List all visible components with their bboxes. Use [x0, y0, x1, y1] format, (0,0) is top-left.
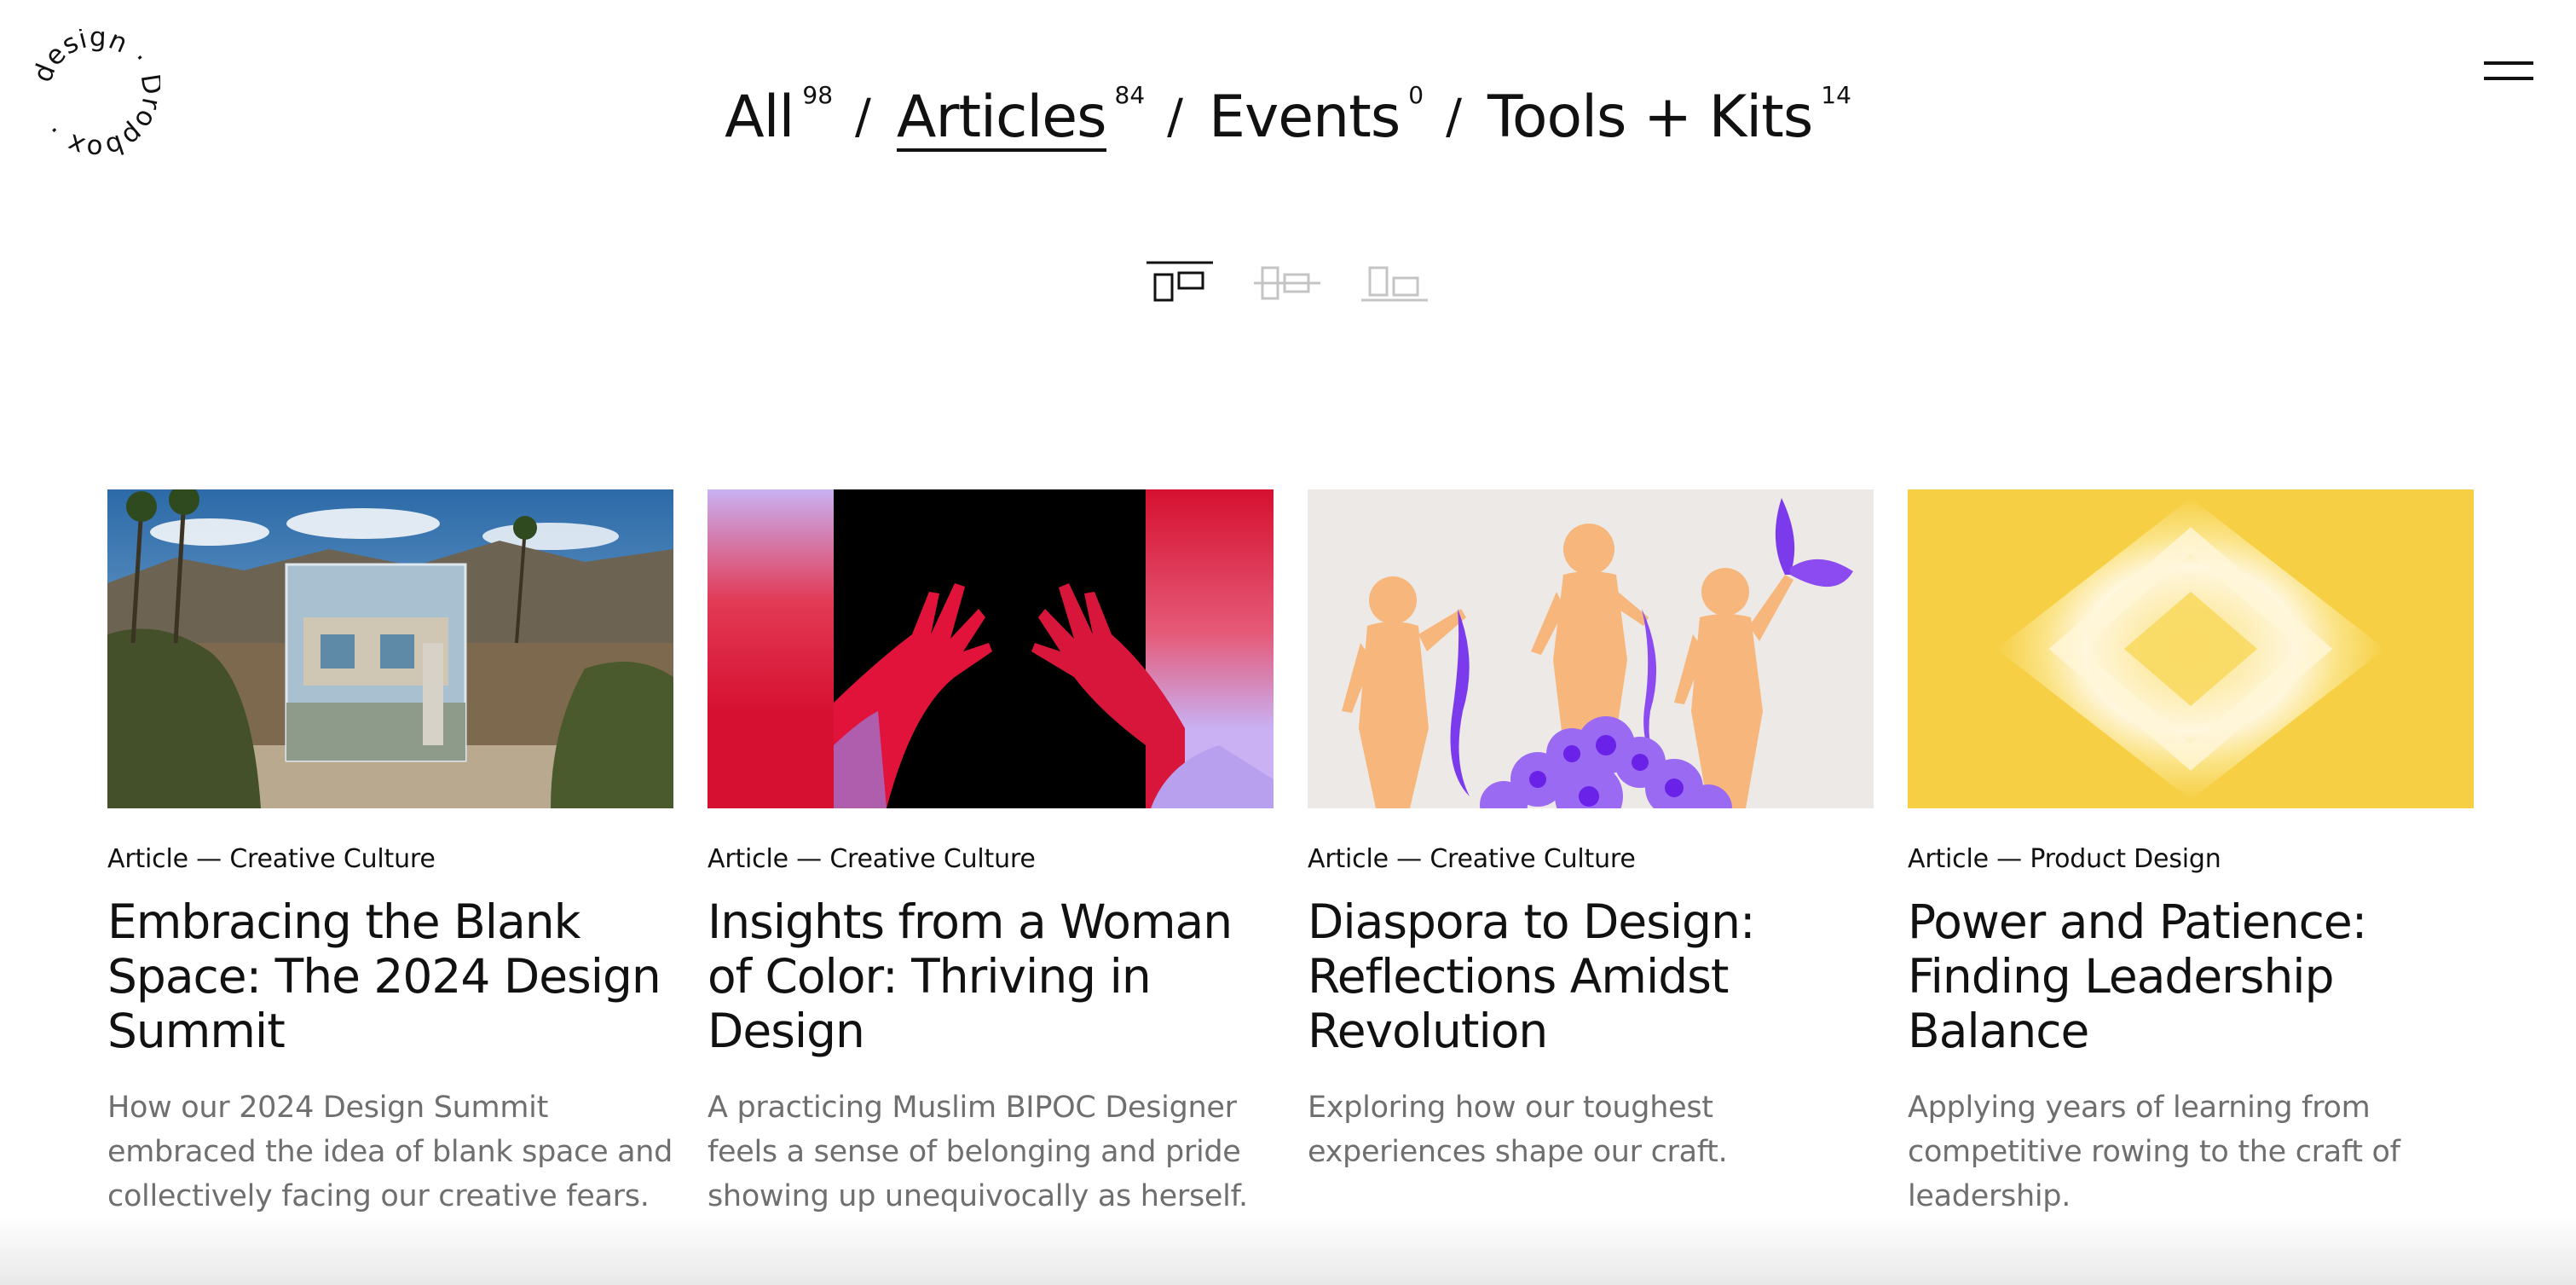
children-with-flags-image — [1308, 489, 1874, 808]
card-title[interactable]: Diaspora to Design: Reflections Amidst R… — [1308, 894, 1874, 1058]
view-layout-toggles — [1145, 259, 1430, 304]
menu-icon-line-bottom — [2484, 77, 2533, 80]
card-image-desert-mirror[interactable] — [107, 489, 673, 808]
card-description: A practicing Muslim BIPOC Designer feels… — [708, 1091, 1248, 1213]
yellow-pixel-diamond-image — [1908, 489, 2474, 808]
category-filter-nav: All 98 / Articles 84 / Events 0 / Tools … — [0, 84, 2576, 174]
article-card[interactable]: Article — Creative Culture Diaspora to D… — [1308, 489, 1874, 1218]
card-image-yellow-diamond[interactable] — [1908, 489, 2474, 808]
filter-all-label: All — [725, 84, 794, 151]
layout-grid-icon — [1361, 266, 1428, 302]
layout-list-icon — [1254, 266, 1320, 300]
menu-icon-line-top — [2484, 61, 2533, 65]
card-title[interactable]: Embracing the Blank Space: The 2024 Desi… — [107, 894, 673, 1058]
layout-featured-button[interactable] — [1145, 259, 1215, 304]
filter-articles[interactable]: Articles 84 — [896, 84, 1145, 152]
card-meta: Article — Creative Culture — [708, 844, 1036, 874]
article-card[interactable]: Article — Product Design Power and Patie… — [1908, 489, 2474, 1218]
desert-mirror-image — [107, 489, 673, 808]
card-title[interactable]: Power and Patience: Finding Leadership B… — [1908, 894, 2474, 1058]
card-title[interactable]: Insights from a Woman of Color: Thriving… — [708, 894, 1274, 1058]
card-description: Applying years of learning from competit… — [1908, 1091, 2400, 1213]
layout-featured-icon — [1146, 261, 1213, 302]
bottom-scroll-shadow — [0, 1217, 2576, 1285]
filter-tools-kits[interactable]: Tools + Kits 14 — [1487, 84, 1851, 151]
article-card[interactable]: Article — Creative Culture Insights from… — [708, 489, 1274, 1218]
filter-separator: / — [1446, 90, 1462, 145]
filter-articles-label: Articles — [896, 84, 1106, 152]
card-meta: Article — Creative Culture — [107, 844, 436, 874]
card-meta: Article — Creative Culture — [1308, 844, 1636, 874]
menu-button[interactable] — [2484, 60, 2535, 84]
filter-articles-count: 84 — [1114, 81, 1146, 109]
filter-tools-kits-count: 14 — [1821, 81, 1851, 109]
card-meta: Article — Product Design — [1908, 844, 2221, 874]
filter-events-count: 0 — [1408, 81, 1424, 109]
filter-events[interactable]: Events 0 — [1209, 84, 1424, 151]
card-image-reaching-hands[interactable] — [708, 489, 1274, 808]
card-description: How our 2024 Design Summit embraced the … — [107, 1091, 673, 1213]
card-image-children-flags[interactable] — [1308, 489, 1874, 808]
filter-events-label: Events — [1209, 84, 1401, 151]
filter-all-count: 98 — [802, 81, 834, 109]
filter-separator: / — [855, 90, 871, 145]
filter-separator: / — [1167, 90, 1184, 145]
card-description: Exploring how our toughest experiences s… — [1308, 1091, 1728, 1169]
filter-all[interactable]: All 98 — [725, 84, 833, 151]
filter-tools-kits-label: Tools + Kits — [1487, 84, 1813, 151]
layout-grid-button[interactable] — [1360, 259, 1430, 304]
article-card-grid: Article — Creative Culture Embracing the… — [107, 489, 2475, 1218]
reaching-hands-image — [708, 489, 1274, 808]
article-card[interactable]: Article — Creative Culture Embracing the… — [107, 489, 673, 1218]
layout-list-button[interactable] — [1252, 259, 1322, 304]
